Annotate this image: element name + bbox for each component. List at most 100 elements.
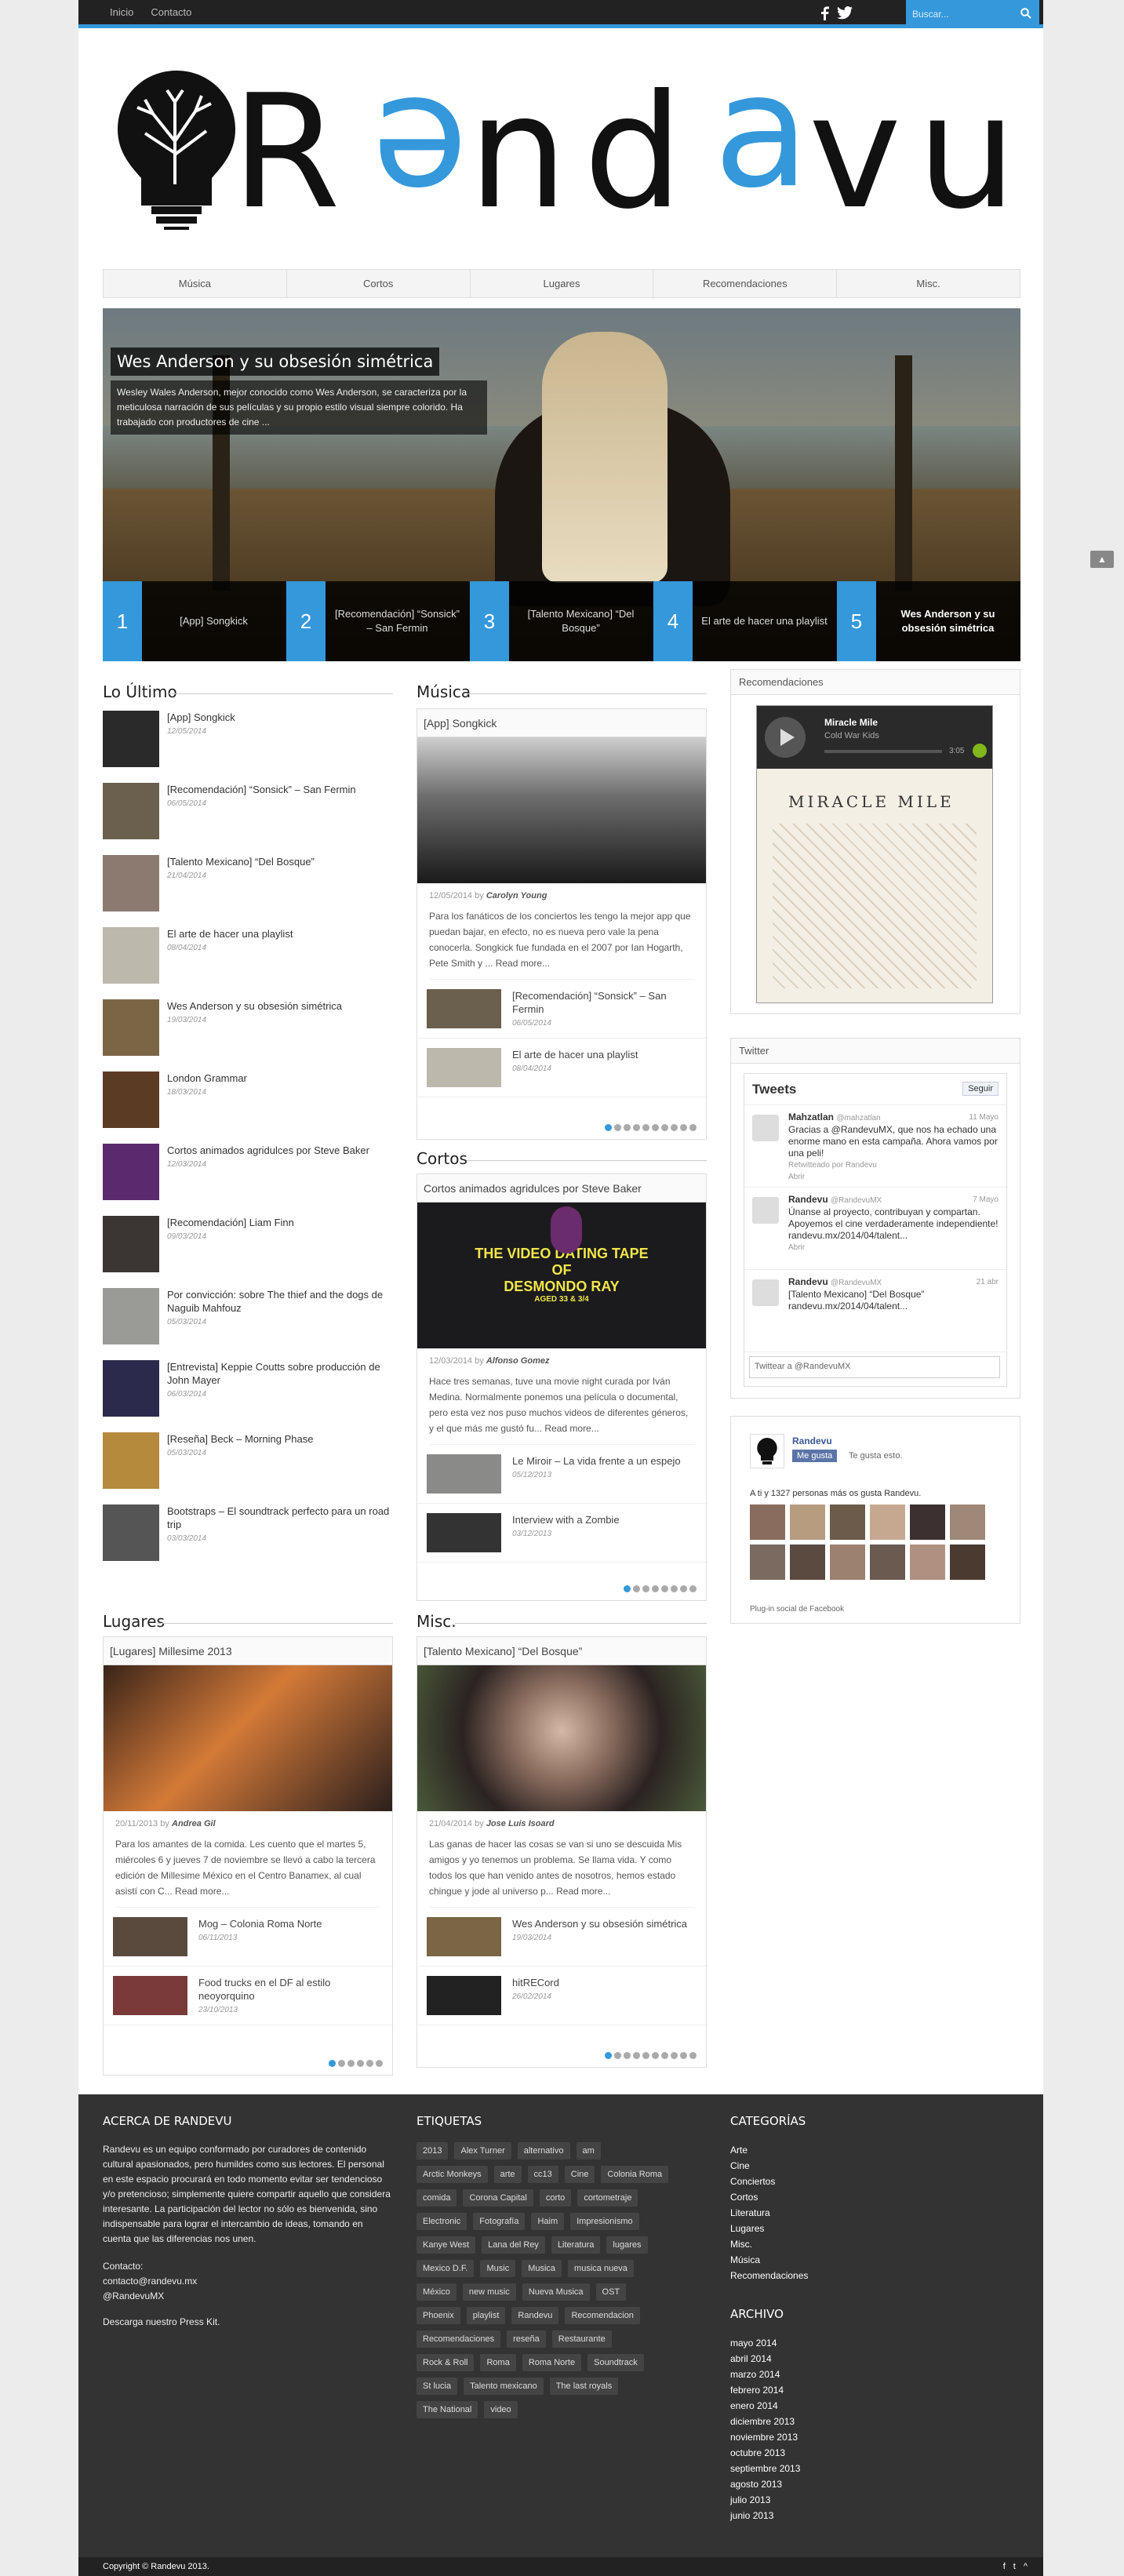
nav-contacto[interactable]: Contacto [151,6,191,18]
avatar[interactable] [790,1504,825,1540]
tag[interactable]: Nueva Musica [522,2283,590,2301]
tag[interactable]: 2013 [416,2142,449,2159]
tag[interactable]: Fotografía [473,2213,526,2230]
musica-post-image[interactable] [417,737,706,883]
scroll-top-button[interactable]: ▲ [1090,551,1114,568]
list-item[interactable]: Interview with a Zombie 03/12/2013 [417,1504,706,1563]
lugares-post-image[interactable] [104,1665,392,1811]
avatar[interactable] [910,1545,945,1580]
tag[interactable]: cc13 [527,2166,558,2183]
tag[interactable]: Mexico D.F. [416,2260,475,2277]
search-icon[interactable] [1020,8,1031,21]
list-item[interactable]: Food trucks en el DF al estilo neoyorqui… [104,1967,392,2025]
tag[interactable]: México [416,2283,457,2301]
tag[interactable]: musica nueva [568,2260,634,2277]
tweet-author[interactable]: Randevu [788,1194,828,1205]
list-item-title[interactable]: [Recomendación] Liam Finn [167,1216,294,1229]
list-item-title[interactable]: London Grammar [167,1072,247,1085]
tweet[interactable]: Randevu @RandevuMX 21 abr [Talento Mexican… [744,1270,1006,1352]
slider-tab[interactable]: 3 [Talento Mexicano] “Del Bosque” [470,581,653,661]
press-kit-link[interactable]: Descarga nuestro Press Kit. [103,2315,393,2330]
tag[interactable]: lugares [606,2236,648,2254]
avatar[interactable] [830,1545,865,1580]
category-link[interactable]: Misc. [730,2236,1020,2252]
list-item-title[interactable]: Bootstraps – El soundtrack perfecto para… [167,1504,393,1531]
list-item[interactable]: [Recomendación] Liam Finn 09/03/2014 [103,1216,393,1288]
avatar[interactable] [950,1504,985,1540]
avatar[interactable] [752,1279,779,1306]
nav-misc[interactable]: Misc. [837,270,1020,297]
category-link[interactable]: Arte [730,2142,1020,2158]
nav-musica[interactable]: Música [104,270,287,297]
tag[interactable]: Restaurante [551,2330,612,2348]
avatar[interactable] [870,1504,905,1540]
tag[interactable]: playlist [466,2307,506,2324]
musica-post-title[interactable]: [App] Songkick [417,709,706,737]
tag[interactable]: Recomendacion [565,2307,640,2324]
tag[interactable]: St lucia [416,2378,458,2395]
twitter-icon[interactable]: t [1013,2557,1016,2576]
list-item-title[interactable]: [Reseña] Beck – Morning Phase [167,1432,313,1446]
category-link[interactable]: Lugares [730,2221,1020,2236]
avatar[interactable] [750,1504,785,1540]
tag[interactable]: Soundtrack [587,2354,644,2371]
list-item[interactable]: [Recomendación] “Sonsick” – San Fermin 06… [417,980,706,1039]
category-link[interactable]: Cortos [730,2189,1020,2205]
tag[interactable]: Roma Norte [522,2354,582,2371]
tag[interactable]: Musica [522,2260,562,2277]
avatar[interactable] [750,1545,785,1580]
list-item[interactable]: [Reseña] Beck – Morning Phase 05/03/2014 [103,1432,393,1504]
tag[interactable]: Recomendaciones [416,2330,501,2348]
avatar[interactable] [950,1545,985,1580]
list-item-title[interactable]: [App] Songkick [167,711,235,724]
facebook-icon[interactable]: f [1003,2557,1006,2576]
tag[interactable]: Corona Capital [463,2189,533,2207]
page-avatar[interactable] [750,1434,784,1468]
tag[interactable]: OST [595,2283,627,2301]
twitter-icon[interactable] [837,6,853,24]
tag[interactable]: Electronic [416,2213,467,2230]
tag[interactable]: video [484,2401,518,2418]
post-author[interactable]: Andrea Gil [172,1819,216,1828]
tag[interactable]: Impresionismo [570,2213,639,2230]
nav-lugares[interactable]: Lugares [471,270,654,297]
tag[interactable]: Phoenix [416,2307,460,2324]
tag[interactable]: reseña [507,2330,546,2348]
category-link[interactable]: Recomendaciones [730,2268,1020,2283]
list-item-title[interactable]: El arte de hacer una playlist [167,927,293,941]
category-link[interactable]: Música [730,2252,1020,2268]
slider-tab[interactable]: 4 El arte de hacer una playlist [653,581,837,661]
misc-post-title[interactable]: [Talento Mexicano] “Del Bosque” [417,1637,706,1665]
nav-cortos[interactable]: Cortos [287,270,471,297]
nav-recomendaciones[interactable]: Recomendaciones [653,270,838,297]
cortos-post-title[interactable]: Cortos animados agridulces por Steve Bak… [417,1174,706,1202]
list-item[interactable]: Wes Anderson y su obsesión simétrica 19/0… [103,999,393,1072]
chevron-up-icon[interactable]: ^ [1024,2557,1028,2576]
slide-title[interactable]: Wes Anderson y su obsesión simétrica [111,347,440,376]
facebook-icon[interactable] [820,6,829,24]
list-item[interactable]: hitRECord 26/02/2014 [417,1967,706,2025]
tag[interactable]: Colonia Roma [601,2166,669,2183]
tweet-date[interactable]: 21 abr [977,1276,999,1288]
slider-tab-active[interactable]: 5 Wes Anderson y su obsesión simétrica [837,581,1020,661]
list-item-title[interactable]: [Talento Mexicano] “Del Bosque” [167,855,315,868]
archive-link[interactable]: agosto 2013 [730,2476,1020,2492]
archive-link[interactable]: julio 2013 [730,2492,1020,2508]
tag[interactable]: Roma [480,2354,516,2371]
tag[interactable]: cortometraje [577,2189,638,2207]
tweet-date[interactable]: 11 Mayo [969,1112,999,1123]
category-link[interactable]: Cine [730,2158,1020,2174]
list-item[interactable]: [App] Songkick 12/05/2014 [103,711,393,783]
list-item[interactable]: [Talento Mexicano] “Del Bosque” 21/04/201… [103,855,393,927]
list-item[interactable]: Bootstraps – El soundtrack perfecto para… [103,1504,393,1577]
avatar[interactable] [910,1504,945,1540]
category-link[interactable]: Conciertos [730,2174,1020,2189]
tag[interactable]: arte [493,2166,522,2183]
carousel-dots[interactable] [329,2060,383,2067]
archive-link[interactable]: junio 2013 [730,2508,1020,2523]
avatar[interactable] [752,1115,779,1141]
contact-email[interactable]: contacto@randevu.mx [103,2274,393,2289]
tweet-expand[interactable]: Abrir [788,1242,1000,1253]
list-item[interactable]: [Entrevista] Keppie Coutts sobre producc… [103,1360,393,1432]
avatar[interactable] [752,1197,779,1224]
